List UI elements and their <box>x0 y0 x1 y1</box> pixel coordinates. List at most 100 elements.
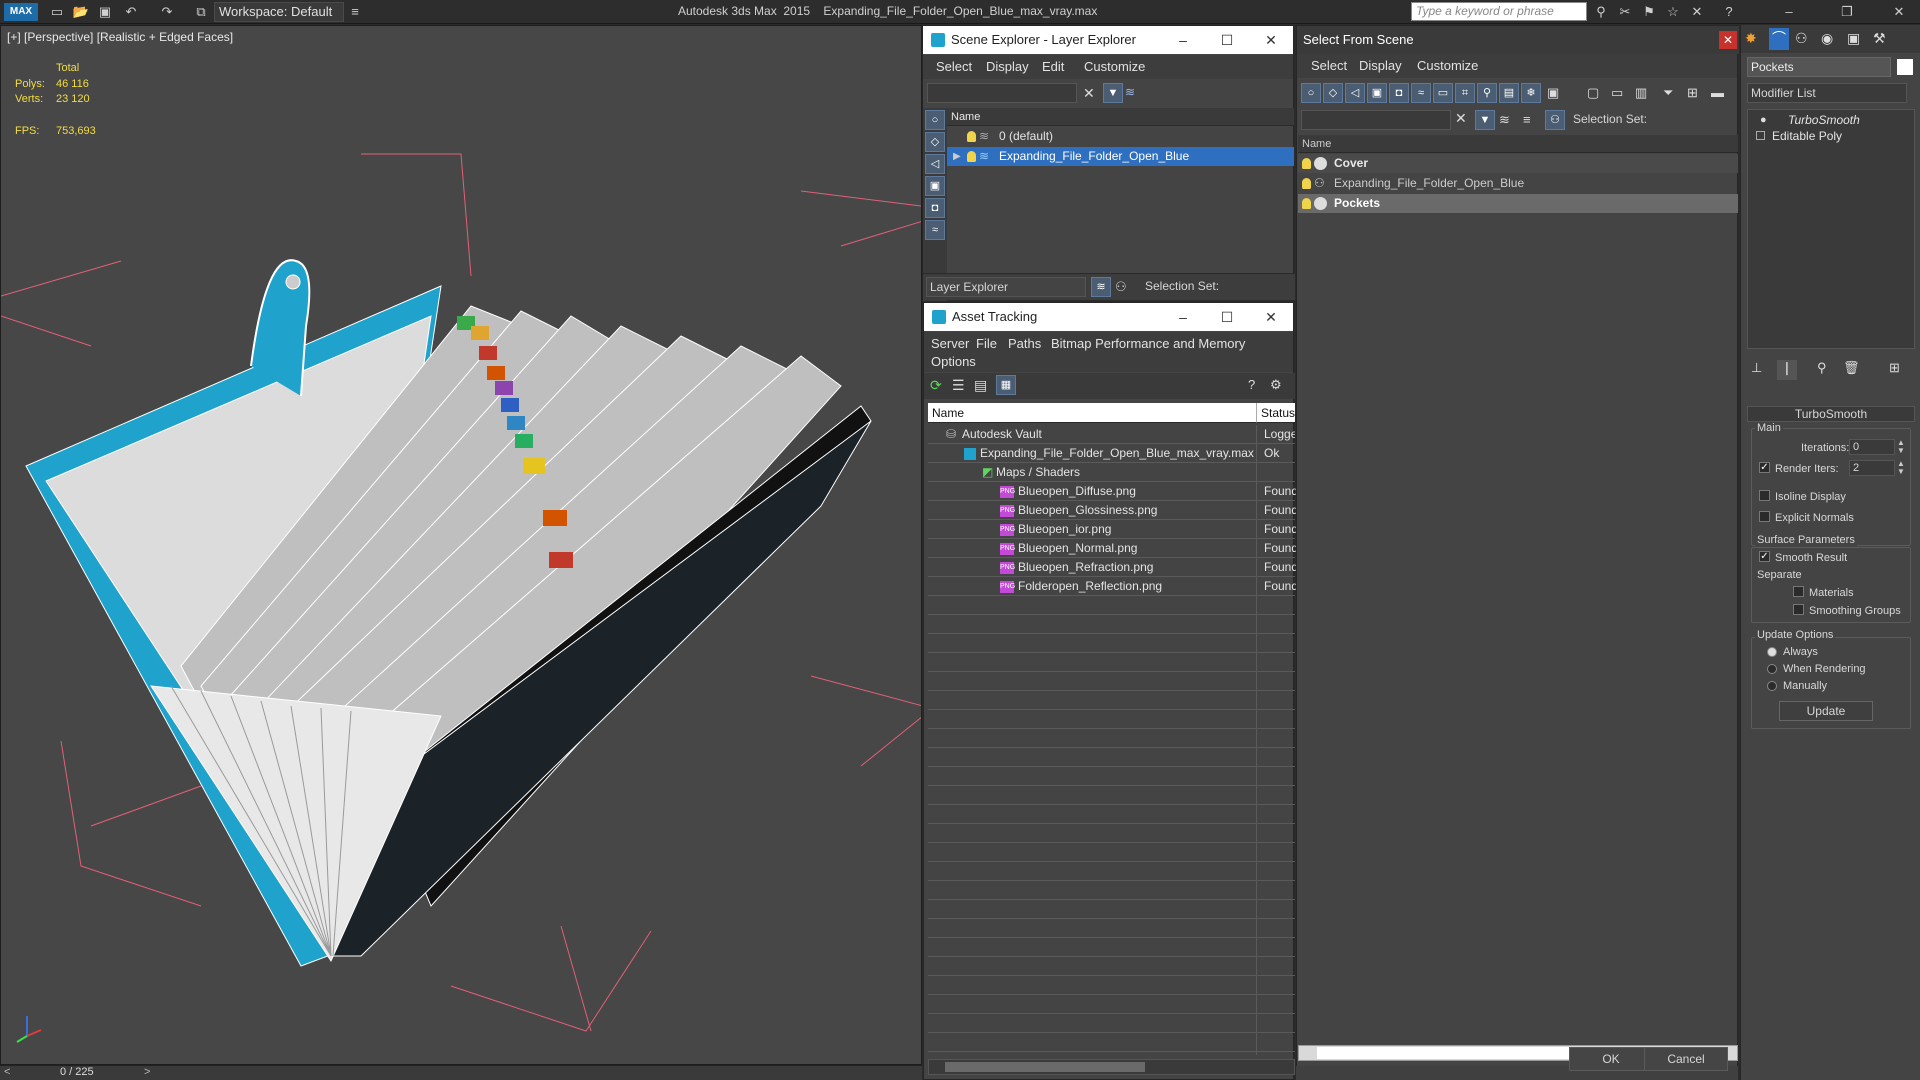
undo-icon[interactable]: ↶ <box>122 3 140 21</box>
display-shapes-icon[interactable]: ◇ <box>925 132 945 152</box>
close-icon[interactable]: ✕ <box>1890 3 1908 21</box>
asset-row-ior[interactable]: PNG Blueopen_ior.png Found <box>928 520 1298 539</box>
tools-icon[interactable]: ✂ <box>1616 3 1634 21</box>
render-iters-input[interactable]: 2 <box>1849 460 1895 476</box>
menu-customize[interactable]: Customize <box>1084 59 1145 74</box>
minimize-icon[interactable]: – <box>1161 303 1205 331</box>
menu-bitmap-performance[interactable]: Bitmap Performance and Memory <box>1051 336 1245 351</box>
redo-icon[interactable]: ↷ <box>158 3 176 21</box>
bulb-icon[interactable] <box>1302 158 1311 169</box>
object-name-field[interactable]: Pockets <box>1747 57 1891 77</box>
show-end-result-icon[interactable]: ❘ <box>1777 360 1797 380</box>
maximize-icon[interactable]: ☐ <box>1205 26 1249 54</box>
time-next-icon[interactable]: > <box>144 1066 150 1078</box>
layer-row-folder[interactable]: ▶ ≋ Expanding_File_Folder_Open_Blue <box>947 147 1294 166</box>
object-color-swatch[interactable] <box>1897 59 1913 75</box>
help-icon[interactable]: ? <box>1720 3 1738 21</box>
asset-row-refraction[interactable]: PNG Blueopen_Refraction.png Found <box>928 558 1298 577</box>
workspace-menu-icon[interactable]: ≡ <box>346 3 364 21</box>
filter-all-icon[interactable]: ▣ <box>1547 85 1559 101</box>
asset-row-diffuse[interactable]: PNG Blueopen_Diffuse.png Found <box>928 482 1298 501</box>
asset-column-name[interactable]: Name <box>928 403 1256 423</box>
close-icon[interactable]: ✕ <box>1249 303 1293 331</box>
new-file-icon[interactable]: ▭ <box>48 3 66 21</box>
iterations-spinner-icon[interactable]: ▲ ▼ <box>1897 439 1905 455</box>
asset-row-maps[interactable]: ◩ Maps / Shaders <box>928 463 1295 482</box>
ok-dialog-button[interactable]: OK <box>1569 1047 1653 1071</box>
clear-search-icon[interactable]: ✕ <box>1455 110 1467 127</box>
scene-explorer-search-input[interactable] <box>927 83 1077 103</box>
workspace-dropdown[interactable]: Workspace: Default <box>214 2 344 22</box>
update-when-rendering-radio[interactable] <box>1767 664 1777 674</box>
menu-select[interactable]: Select <box>936 59 972 74</box>
menu-display[interactable]: Display <box>1359 58 1402 73</box>
minimize-icon[interactable]: – <box>1161 26 1205 54</box>
update-manually-radio[interactable] <box>1767 681 1777 691</box>
filter-helpers-icon[interactable]: ◘ <box>1389 83 1409 103</box>
object-row-folder[interactable]: ⚇ Expanding_File_Folder_Open_Blue <box>1298 174 1738 193</box>
hierarchy-mode-icon[interactable]: ⚇ <box>1545 110 1565 130</box>
menu-display[interactable]: Display <box>986 59 1029 74</box>
close-icon[interactable]: ✕ <box>1249 26 1293 54</box>
menu-options[interactable]: Options <box>931 354 976 369</box>
menu-file[interactable]: File <box>976 336 997 351</box>
explorer-type-dropdown[interactable]: Layer Explorer <box>926 277 1086 297</box>
expand-arrow-icon[interactable]: ▶ <box>953 147 961 166</box>
layer-mode-icon[interactable]: ≋ <box>1091 277 1111 297</box>
menu-server[interactable]: Server <box>931 336 969 351</box>
bulb-icon[interactable] <box>1302 198 1311 209</box>
scrollbar-thumb[interactable] <box>945 1062 1145 1072</box>
binoculars-icon[interactable]: ⚲ <box>1592 3 1610 21</box>
filter-containers-icon[interactable]: ▤ <box>1499 83 1519 103</box>
filter-cameras-icon[interactable]: ▣ <box>1367 83 1387 103</box>
light-bulb-icon[interactable]: ● <box>1760 114 1767 126</box>
update-always-radio[interactable] <box>1767 647 1777 657</box>
select-from-scene-search-input[interactable] <box>1301 110 1451 130</box>
menu-paths[interactable]: Paths <box>1008 336 1041 351</box>
asset-column-status[interactable]: Status <box>1256 403 1295 423</box>
restore-icon[interactable]: ❐ <box>1838 3 1856 21</box>
filter-icon[interactable]: ▼ <box>1475 110 1495 130</box>
bulb-icon[interactable] <box>967 151 976 162</box>
turbosmooth-rollout-header[interactable]: TurboSmooth <box>1747 406 1915 422</box>
separate-materials-checkbox[interactable] <box>1793 586 1804 597</box>
filter-shapes-icon[interactable]: ◇ <box>1323 83 1343 103</box>
filter-geometry-icon[interactable]: ○ <box>1301 83 1321 103</box>
update-button[interactable]: Update <box>1779 701 1873 721</box>
refresh-icon[interactable]: ⟳ <box>930 377 942 394</box>
asset-horizontal-scrollbar[interactable] <box>928 1059 1295 1075</box>
display-objects-icon[interactable]: ○ <box>925 110 945 130</box>
display-spacewarps-icon[interactable]: ≈ <box>925 220 945 240</box>
explicit-normals-checkbox[interactable] <box>1759 511 1770 522</box>
smooth-result-checkbox[interactable]: ✓ <box>1759 551 1770 562</box>
select-invert-icon[interactable]: ▥ <box>1635 85 1647 101</box>
display-cameras-icon[interactable]: ▣ <box>925 176 945 196</box>
select-none-icon[interactable]: ▭ <box>1611 85 1623 101</box>
menu-edit[interactable]: Edit <box>1042 59 1064 74</box>
filter-spacewarps-icon[interactable]: ≈ <box>1411 83 1431 103</box>
layers-icon[interactable]: ≋ <box>1499 112 1510 128</box>
filter-frozen-icon[interactable]: ❄ <box>1521 83 1541 103</box>
collapse-icon[interactable]: ▬ <box>1711 85 1724 100</box>
display-lights-icon[interactable]: ◁ <box>925 154 945 174</box>
menu-customize[interactable]: Customize <box>1417 58 1478 73</box>
asset-row-maxfile[interactable]: Expanding_File_Folder_Open_Blue_max_vray… <box>928 444 1295 463</box>
cancel-button[interactable]: Cancel <box>1644 1047 1728 1071</box>
filter-lights-icon[interactable]: ◁ <box>1345 83 1365 103</box>
expand-box-icon[interactable] <box>1756 131 1765 140</box>
layer-row-default[interactable]: ≋ 0 (default) <box>947 127 1294 146</box>
object-row-cover[interactable]: Cover <box>1298 154 1738 173</box>
layers-icon[interactable]: ≋ <box>1125 85 1141 101</box>
display-tab-icon[interactable]: ▣ <box>1847 30 1860 47</box>
time-prev-icon[interactable]: < <box>4 1066 10 1078</box>
hierarchy-view-icon[interactable]: ⊞ <box>1687 85 1698 101</box>
object-row-pockets[interactable]: Pockets <box>1298 194 1738 213</box>
exchange-icon[interactable]: ✕ <box>1688 3 1706 21</box>
render-iters-checkbox[interactable]: ✓ <box>1759 462 1770 473</box>
menu-select[interactable]: Select <box>1311 58 1347 73</box>
iterations-input[interactable]: 0 <box>1849 439 1895 455</box>
list-view-icon[interactable]: ☰ <box>952 377 965 394</box>
separate-smoothing-groups-checkbox[interactable] <box>1793 604 1804 615</box>
remove-modifier-icon[interactable]: 🗑 <box>1843 360 1860 376</box>
utilities-tab-icon[interactable]: ⚒ <box>1873 30 1886 47</box>
